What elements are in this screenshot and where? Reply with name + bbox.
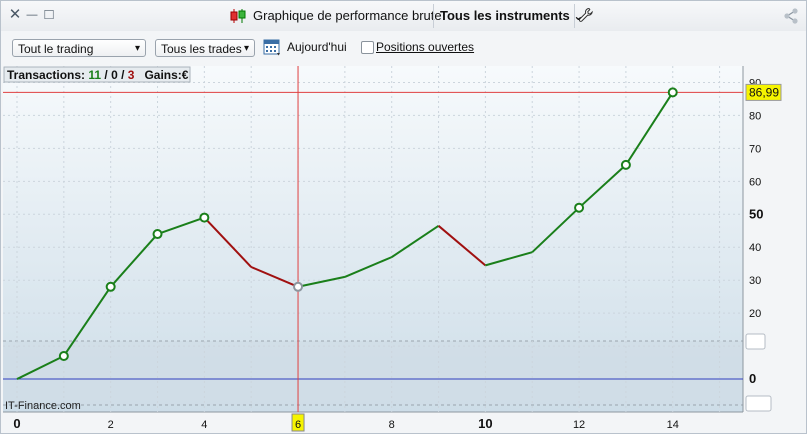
share-icon[interactable] <box>782 7 800 25</box>
candlestick-icon <box>230 9 246 23</box>
open-positions-label[interactable]: Positions ouvertes <box>376 40 474 54</box>
x-tick-label: 14 <box>667 419 679 431</box>
y-tick-label: 40 <box>749 242 761 254</box>
stats-part: Transactions: <box>7 68 88 82</box>
lower-band <box>3 341 743 405</box>
calendar-icon[interactable] <box>263 38 283 57</box>
x-tick-label: 6 <box>295 419 301 431</box>
close-icon[interactable]: ✕ <box>7 7 23 23</box>
instruments-dropdown[interactable]: Tous les instruments ⌄ <box>440 8 583 23</box>
data-point <box>667 87 678 98</box>
performance-window: ✕ — □ Graphique de performance brute Tou… <box>0 0 807 434</box>
data-point <box>199 212 210 223</box>
scope-select-value: Tout le trading <box>18 42 94 56</box>
scale-handle-top[interactable] <box>745 333 766 350</box>
title-separator <box>433 4 434 28</box>
trades-select[interactable]: Tous les trades ▾ <box>155 39 255 57</box>
minimize-icon[interactable]: — <box>24 7 40 23</box>
y-tick-label: 0 <box>749 371 756 386</box>
x-tick-label: 4 <box>201 419 207 431</box>
window-title: Graphique de performance brute <box>253 8 442 23</box>
watermark: IT-Finance.com <box>5 400 81 412</box>
x-tick-label: 10 <box>478 416 492 431</box>
data-point <box>574 202 585 213</box>
x-tick-label: 2 <box>108 419 114 431</box>
performance-chart[interactable]: 0 2 4 6 8 10 12 14 0203040506070809086,99 Trans… <box>1 64 806 433</box>
maximize-icon[interactable]: □ <box>41 7 57 23</box>
stats-part: / <box>118 68 128 82</box>
chevron-down-icon: ▾ <box>243 43 249 54</box>
stats-part: € <box>182 68 189 82</box>
wrench-icon[interactable] <box>578 7 594 23</box>
stats-part: Gains: <box>134 68 181 82</box>
y-tick-label: 60 <box>749 176 761 188</box>
data-point <box>152 229 163 240</box>
x-tick-label: 8 <box>389 419 395 431</box>
stats-text: Transactions: 11 / 0 / 3 Gains:€ <box>7 68 189 82</box>
scope-select[interactable]: Tout le trading ▾ <box>12 39 146 57</box>
y-tick-label: 70 <box>749 143 761 155</box>
data-point-selected <box>293 281 304 292</box>
title-bar: ✕ — □ Graphique de performance brute Tou… <box>1 1 806 32</box>
y-tick-label: 30 <box>749 275 761 287</box>
x-tick-label: 0 <box>13 416 20 431</box>
y-tick-label: 80 <box>749 110 761 122</box>
instruments-label: Tous les instruments <box>440 8 570 23</box>
trades-select-value: Tous les trades <box>161 42 242 56</box>
y-tick-label: 50 <box>749 206 763 221</box>
crosshair-value-label: 86,99 <box>749 85 779 99</box>
data-point <box>58 350 69 361</box>
today-label[interactable]: Aujourd'hui <box>287 40 347 54</box>
y-tick-label: 20 <box>749 308 761 320</box>
stats-part: 11 <box>88 68 101 82</box>
data-point <box>105 281 116 292</box>
data-point <box>620 159 631 170</box>
x-tick-label: 12 <box>573 419 585 431</box>
chevron-down-icon: ▾ <box>134 43 140 54</box>
title-separator <box>574 4 575 28</box>
scale-handle-bottom[interactable] <box>745 395 772 412</box>
open-positions-checkbox[interactable] <box>361 41 374 54</box>
stats-part: / <box>101 68 111 82</box>
